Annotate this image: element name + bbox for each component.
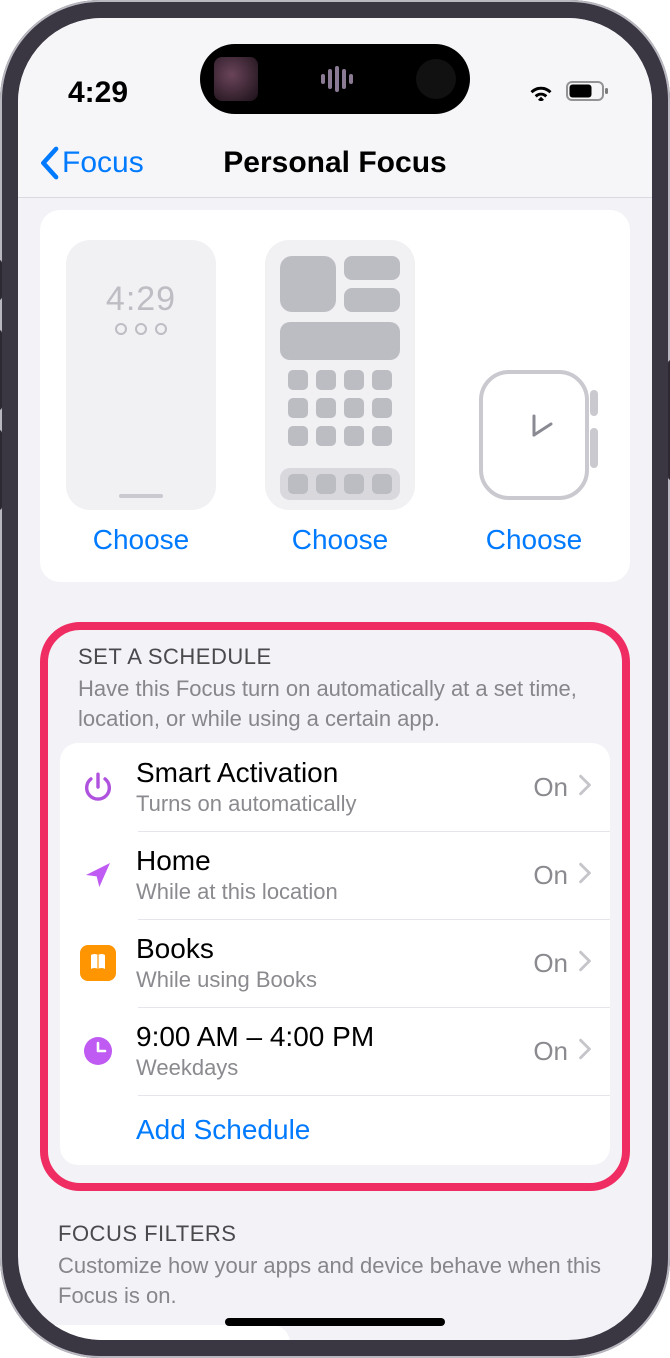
back-button[interactable]: Focus: [38, 146, 144, 180]
home-indicator[interactable]: [225, 1318, 445, 1326]
choose-home-label: Choose: [292, 524, 389, 556]
chevron-right-icon: [578, 948, 592, 979]
volume-down-button: [0, 430, 2, 510]
row-title: Books: [136, 933, 515, 965]
back-label: Focus: [62, 146, 144, 180]
clock-icon: [78, 1035, 118, 1067]
row-subtitle: Weekdays: [136, 1055, 515, 1081]
schedule-description: Have this Focus turn on automatically at…: [78, 674, 592, 733]
add-filter-button[interactable]: +: [40, 1325, 290, 1340]
screen-chooser-card: 4:29 Choose Choose: [40, 210, 630, 582]
battery-icon: [566, 76, 610, 110]
location-arrow-icon: [78, 859, 118, 891]
filters-title: FOCUS FILTERS: [58, 1221, 612, 1247]
chevron-right-icon: [578, 772, 592, 803]
side-button: [0, 260, 2, 300]
dynamic-island[interactable]: [200, 44, 470, 114]
watch-face-option[interactable]: Choose: [464, 360, 604, 556]
books-app-icon: [78, 945, 118, 981]
chevron-right-icon: [578, 860, 592, 891]
device-frame: 4:29 Focus Personal Focus: [0, 0, 670, 1358]
row-subtitle: While using Books: [136, 967, 515, 993]
choose-watch-label: Choose: [486, 524, 583, 556]
schedule-title: SET A SCHEDULE: [78, 644, 592, 670]
schedule-row-app[interactable]: Books While using Books On: [60, 919, 610, 1007]
row-status: On: [533, 772, 568, 803]
focus-filters-section: FOCUS FILTERS Customize how your apps an…: [40, 1221, 630, 1310]
lock-screen-option[interactable]: 4:29 Choose: [66, 240, 216, 556]
row-subtitle: Turns on automatically: [136, 791, 515, 817]
row-title: 9:00 AM – 4:00 PM: [136, 1021, 515, 1053]
lock-preview-time: 4:29: [106, 280, 176, 319]
row-title: Smart Activation: [136, 757, 515, 789]
watch-face-preview: [464, 360, 604, 510]
schedule-row-smart-activation[interactable]: Smart Activation Turns on automatically …: [60, 743, 610, 831]
navigation-bar: Focus Personal Focus: [18, 128, 652, 198]
schedule-header: SET A SCHEDULE Have this Focus turn on a…: [60, 644, 610, 743]
status-time: 4:29: [68, 76, 128, 110]
row-status: On: [533, 948, 568, 979]
lock-screen-preview: 4:29: [66, 240, 216, 510]
home-screen-option[interactable]: Choose: [265, 240, 415, 556]
schedule-row-location[interactable]: Home While at this location On: [60, 831, 610, 919]
row-status: On: [533, 1036, 568, 1067]
filters-description: Customize how your apps and device behav…: [58, 1251, 612, 1310]
schedule-section-highlight: SET A SCHEDULE Have this Focus turn on a…: [40, 622, 630, 1191]
audio-visualizer-icon: [321, 66, 353, 92]
now-playing-art: [214, 57, 258, 101]
row-title: Home: [136, 845, 515, 877]
add-schedule-button[interactable]: Add Schedule: [60, 1095, 610, 1165]
page-title: Personal Focus: [223, 146, 446, 180]
lock-preview-widgets: [115, 323, 167, 335]
schedule-list: Smart Activation Turns on automatically …: [60, 743, 610, 1165]
schedule-row-time[interactable]: 9:00 AM – 4:00 PM Weekdays On: [60, 1007, 610, 1095]
row-subtitle: While at this location: [136, 879, 515, 905]
wifi-icon: [526, 76, 556, 110]
volume-up-button: [0, 330, 2, 410]
plus-icon: +: [64, 1337, 87, 1340]
watch-hands-icon: [509, 410, 559, 460]
choose-lock-label: Choose: [93, 524, 190, 556]
home-screen-preview: [265, 240, 415, 510]
row-status: On: [533, 860, 568, 891]
chevron-right-icon: [578, 1036, 592, 1067]
camera-dot: [416, 59, 456, 99]
screen: 4:29 Focus Personal Focus: [18, 18, 652, 1340]
power-icon: [78, 770, 118, 804]
chevron-left-icon: [38, 146, 60, 180]
add-schedule-label: Add Schedule: [136, 1114, 592, 1146]
content: 4:29 Choose Choose: [18, 198, 652, 1340]
